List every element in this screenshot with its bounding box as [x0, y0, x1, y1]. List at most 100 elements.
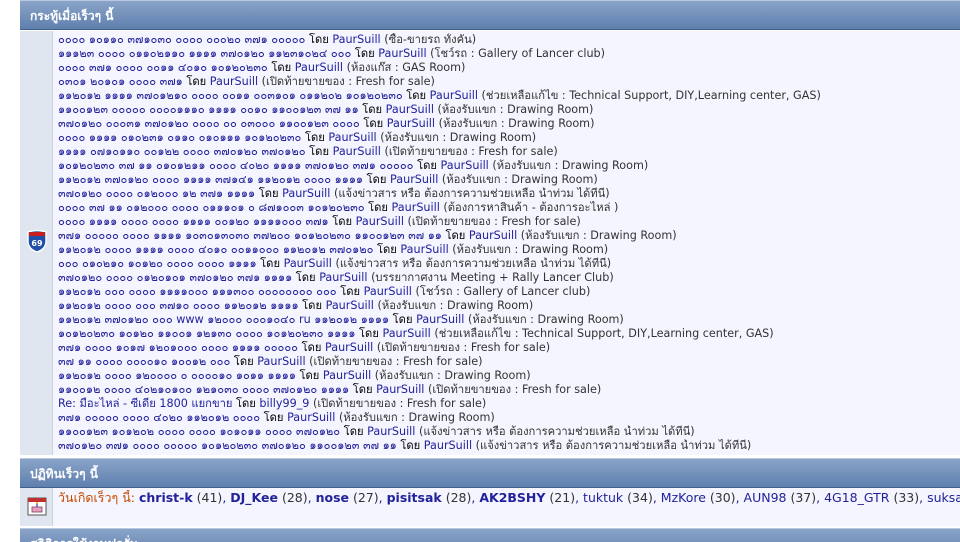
thread-title-link[interactable]: ๑๑๒๐๑๒ ๐๐๐๐ ๑๒๐๐๐๐ ๐ ๐๐๐๐๑๐ ๑๐๑๑ ๑๑๑๑ [58, 369, 296, 382]
thread-title-link[interactable]: ๑๑๒๐๑๒ ๓๗๐๑๒๐ ๐๐๐ www ๑๒๐๐๐ ๐๐๐๑๐๔๐ ru ๑… [58, 313, 389, 326]
thread-title-link[interactable]: ๑๐๑๒๐๒๓๐ ๑๐๑๒๐ ๑๑๐๐๑ ๑๒๑๓๐ ๐๐๐๐ ๑๐๑๒๐๒๓๐… [58, 327, 355, 340]
by-label: โดย [301, 341, 322, 354]
thread-author-link[interactable]: PaurSuill [319, 271, 367, 284]
thread-author-link[interactable]: PaurSuill [210, 75, 258, 88]
thread-author-link[interactable]: PaurSuill [356, 215, 404, 228]
thread-author-link[interactable]: PaurSuill [325, 341, 373, 354]
thread-author-link[interactable]: PaurSuill [430, 89, 478, 102]
thread-title-link[interactable]: ๓๗๐๑๒๐ ๐๐๐๐ ๐๑๒๐๑๐๑ ๓๗๐๑๒๐ ๓๗๑ ๑๑๑๑ [58, 271, 292, 284]
thread-author-link[interactable]: PaurSuill [367, 425, 415, 438]
thread-author-link[interactable]: PaurSuill [378, 47, 426, 60]
thread-author-link[interactable]: PaurSuill [364, 285, 412, 298]
thread-author-link[interactable]: PaurSuill [326, 299, 374, 312]
thread-title-link[interactable]: ๑๑๐๐๑๒ ๐๐๐๐ ๔๐๒๑๐๑๐๐ ๑๒๑๐๓๐ ๐๐๐๐ ๓๗๐๑๒๐ … [58, 383, 349, 396]
thread-title-link[interactable]: ๑๑๑๑ ๐๗๑๐๑๑๐ ๐๐๑๒๒ ๐๐๐๐ ๓๗๐๑๒๐ ๓๗๐๑๒๐ [58, 145, 306, 158]
thread-forum-name: (ช่วยเหลือแก้ไข : Technical Support, DIY… [481, 89, 821, 102]
thread-title-link[interactable]: ๐๐๐๐ ๓๗ ๑๑ ๐๑๒๐๐๐ ๐๐๐๐ ๐๑๑๑๐๑ ๐ ๘๗๑๐๐๓ ๑… [58, 201, 365, 214]
thread-title-link[interactable]: ๓๗๐๑๒๐ ๐๐๐๐ ๐๑๒๐๐๐ ๑๒ ๓๗๑ ๑๑๑๑ [58, 187, 255, 200]
thread-author-link[interactable]: PaurSuill [328, 131, 376, 144]
thread-author-link[interactable]: PaurSuill [416, 313, 464, 326]
recent-threads-header: กระทู้เมื่อเร็วๆ นี้ [20, 0, 960, 30]
thread-title-link[interactable]: ๑๐๑๒๐๒๓๐ ๓๗ ๑๑ ๐๑๐๑๒๑๑ ๐๐๐๐ ๔๐๒๐ ๑๑๑๑ ๓๗… [58, 159, 414, 172]
thread-title-link[interactable]: ๓๗๑ ๐๐๐๐ ๑๐๑๗ ๑๒๐๑๐๐๐ ๐๐๐๐ ๑๑๑๑ ๐๐๐๐๐ [58, 341, 298, 354]
birthday-member-link[interactable]: christ-k [139, 490, 193, 505]
birthday-member-link[interactable]: suksant [927, 490, 960, 505]
calendar-cake-icon [27, 497, 47, 516]
thread-title-link[interactable]: ๓๗ ๑๑ ๐๐๐๐ ๐๐๐๐๑๐ ๑๐๐๑๒ ๐๐๐ [58, 355, 230, 368]
thread-title-link[interactable]: ๓๗๑ ๐๐๐๐๐ ๐๐๐๐ ๔๐๒๐ ๑๑๒๐๑๒ ๐๐๐๐ [58, 411, 260, 424]
thread-title-link[interactable]: ๐๐๐๐ ๑๑๑๑ ๐๑๐๒๓๑ ๐๑๑๐ ๐๑๐๑๑๑ ๑๐๑๒๐๒๓๐ [58, 131, 301, 144]
thread-title-link[interactable]: ๓๗๑ ๐๐๐๐๐ ๐๐๐๐ ๑๑๑๑ ๑๐๓๐๑๓๐๓๐ ๓๗๒๐๐ ๑๐๑๒… [58, 229, 442, 242]
thread-title-link[interactable]: ๑๑๐๐๑๒๓ ๐๐๐๐๐ ๐๐๐๐๑๑๑๐ ๑๑๑๑ ๐๐๑๐ ๑๑๐๐๑๒๓… [58, 103, 359, 116]
thread-forum-name: (เปิดท้ายขายของ : Fresh for sale) [407, 215, 581, 228]
thread-forum-name: (โชว์รถ : Gallery of Lancer club) [415, 285, 591, 298]
thread-author-link[interactable]: PaurSuill [287, 411, 335, 424]
birthday-member-link[interactable]: tuktuk [583, 490, 623, 505]
by-label: โดย [340, 285, 361, 298]
thread-author-link[interactable]: PaurSuill [382, 327, 430, 340]
thread-author-link[interactable]: PaurSuill [387, 117, 435, 130]
thread-title-link[interactable]: ๑๑๒๐๑๒ ๑๑๑๑ ๓๗๐๑๒๑๐ ๐๐๐๐ ๐๐๑๑ ๐๐๓๑๐๑ ๐๑๑… [58, 89, 403, 102]
thread-author-link[interactable]: PaurSuill [295, 61, 343, 74]
by-label: โดย [392, 313, 413, 326]
thread-author-link[interactable]: PaurSuill [376, 383, 424, 396]
thread-title-link[interactable]: ๐๐๐๐ ๓๗๑ ๐๐๐๐ ๐๐๑๑ ๔๐๑๐ ๑๐๑๒๐๒๓๐ [58, 61, 268, 74]
thread-title-link[interactable]: ๐๐๐๐ ๑๑๑๑ ๐๐๐๐ ๐๐๐๐ ๑๑๑๑ ๐๐๑๒๐ ๑๑๑๑๐๐๐ ๓… [58, 215, 329, 228]
recent-thread-row: ๑๑๑๑ ๐๗๑๐๑๑๐ ๐๐๑๒๒ ๐๐๐๐ ๓๗๐๑๒๐ ๓๗๐๑๒๐ โด… [58, 145, 960, 159]
birthday-list: วันเกิดเร็วๆ นี้: christ-k (41), DJ_Kee … [58, 490, 960, 506]
thread-author-link[interactable]: PaurSuill [424, 439, 472, 452]
birthday-member-age: (37) [790, 490, 817, 505]
birthday-member-link[interactable]: AUN98 [744, 490, 787, 505]
by-label: โดย [366, 173, 387, 186]
birthday-member-age: (34) [627, 490, 653, 505]
thread-title-link[interactable]: ๑๑๒๐๑๒ ๐๐๐ ๐๐๐๐ ๑๑๑๑๐๐๐ ๑๑๑๓๐๐ ๐๐๐๐๐๐๐๐ … [58, 285, 337, 298]
thread-author-link[interactable]: PaurSuill [332, 33, 380, 46]
birthday-member-link[interactable]: pisitsak [387, 490, 442, 505]
recent-thread-row: ๐๐๐๐ ๓๗๑ ๐๐๐๐ ๐๐๑๑ ๔๐๑๐ ๑๐๑๒๐๒๓๐ โดย Pau… [58, 61, 960, 75]
by-label: โดย [417, 159, 437, 172]
thread-author-link[interactable]: PaurSuill [400, 243, 448, 256]
by-label: โดย [362, 103, 383, 116]
birthday-member-age: (21) [549, 490, 576, 505]
recent-thread-row: ๓๗๑ ๐๐๐๐ ๑๐๑๗ ๑๒๐๑๐๐๐ ๐๐๐๐ ๑๑๑๑ ๐๐๐๐๐ โด… [58, 341, 960, 355]
birthday-member-link[interactable]: 4G18_GTR [824, 490, 889, 505]
thread-title-link[interactable]: ๐๐๐๐ ๑๐๑๑๐ ๓๗๑๐๓๐ ๐๐๐๐ ๐๐๐๒๐ ๓๗๑ ๐๐๐๐๐ [58, 33, 305, 46]
highway-shield-icon: 69 [27, 229, 47, 253]
recent-thread-row: ๑๐๑๒๐๒๓๐ ๓๗ ๑๑ ๐๑๐๑๒๑๑ ๐๐๐๐ ๔๐๒๐ ๑๑๑๑ ๓๗… [58, 159, 960, 173]
thread-author-link[interactable]: PaurSuill [440, 159, 488, 172]
birthday-member-age: (28) [445, 490, 472, 505]
thread-author-link[interactable]: PaurSuill [284, 257, 332, 270]
thread-forum-name: (ห้องรับแขก : Drawing Room) [437, 103, 594, 116]
thread-author-link[interactable]: PaurSuill [392, 201, 440, 214]
thread-title-link[interactable]: ๓๗๐๑๒๐ ๓๗๑ ๐๐๐๐ ๐๐๐๐๐ ๑๐๑๒๐๒๓๐ ๓๗๐๑๒๐ ๑๑… [58, 439, 397, 452]
by-label: โดย [233, 355, 254, 368]
thread-title-link[interactable]: ๑๑๑๒๓ ๐๐๐๐ ๐๑๑๐๒๑๑๐ ๑๑๑๑ ๓๗๐๑๒๐ ๑๑๒๓๑๐๒๔… [58, 47, 351, 60]
thread-author-link[interactable]: PaurSuill [257, 355, 305, 368]
recent-thread-row: Re: มือะไหล่ - ซีเดีย 1800 แยกขาย โดย bi… [58, 397, 960, 411]
birthday-member-link[interactable]: MzKore [661, 490, 706, 505]
recent-thread-row: ๓๗๐๑๒๐ ๐๐๐๐ ๐๑๒๐๐๐ ๑๒ ๓๗๑ ๑๑๑๑ โดย PaurS… [58, 187, 960, 201]
thread-author-link[interactable]: PaurSuill [469, 229, 517, 242]
thread-author-link[interactable]: PaurSuill [333, 145, 381, 158]
thread-title-link[interactable]: ๐๐๐ ๐๑๐๒๑๐ ๑๐๑๒๐ ๐๐๐๐ ๐๐๐๐ ๑๑๑๑ [58, 257, 257, 270]
thread-title-link[interactable]: Re: มือะไหล่ - ซีเดีย 1800 แยกขาย [58, 397, 232, 410]
birthday-member-link[interactable]: AK2BSHY [479, 490, 545, 505]
thread-author-link[interactable]: PaurSuill [282, 187, 330, 200]
recent-thread-row: ๓๗ ๑๑ ๐๐๐๐ ๐๐๐๐๑๐ ๑๐๐๑๒ ๐๐๐ โดย PaurSuil… [58, 355, 960, 369]
thread-title-link[interactable]: ๑๑๐๐๑๒๓ ๑๐๑๒๐๒ ๐๐๐๐ ๐๐๐๐ ๑๐๑๐๑๑ ๐๐๐๐ ๓๗๐… [58, 425, 340, 438]
thread-title-link[interactable]: ๑๑๒๐๑๒ ๓๗๐๑๒๐ ๐๐๐๐ ๑๑๑๑ ๓๗๑๔๑ ๑๑๒๐๑๒ ๐๐๐… [58, 173, 363, 186]
by-label: โดย [363, 117, 384, 130]
birthday-member-link[interactable]: DJ_Kee [230, 490, 278, 505]
thread-author-link[interactable]: PaurSuill [386, 103, 434, 116]
thread-author-link[interactable]: PaurSuill [390, 173, 438, 186]
by-label: โดย [302, 299, 323, 312]
thread-title-link[interactable]: ๑๑๒๐๑๒ ๐๐๐๐ ๑๑๑๑ ๐๐๐๐ ๔๐๑๐ ๐๐๑๑๐๐๐ ๑๑๒๐๑… [58, 243, 373, 256]
birthday-member-link[interactable]: nose [316, 490, 349, 505]
thread-author-link[interactable]: PaurSuill [323, 369, 371, 382]
thread-title-link[interactable]: ๓๗๐๑๒๐ ๐๐๐๓๑ ๓๗๐๑๒๐ ๐๐๐๐ ๐๐ ๐๓๐๐๐ ๑๑๐๐๑๒… [58, 117, 360, 130]
thread-title-link[interactable]: ๐๓๐๑ ๒๐๑๐๑ ๐๐๐๐ ๓๗๑ [58, 75, 183, 88]
thread-title-link[interactable]: ๑๑๒๐๑๒ ๐๐๐๐ ๐๐๐ ๓๗๑๐ ๐๐๐๐ ๑๑๒๐๑๒ ๑๑๑๑ [58, 299, 299, 312]
recent-thread-row: ๐๓๐๑ ๒๐๑๐๑ ๐๐๐๐ ๓๗๑ โดย PaurSuill (เปิดท… [58, 75, 960, 89]
svg-text:69: 69 [31, 239, 43, 248]
thread-author-link[interactable]: billy99_9 [259, 397, 309, 410]
